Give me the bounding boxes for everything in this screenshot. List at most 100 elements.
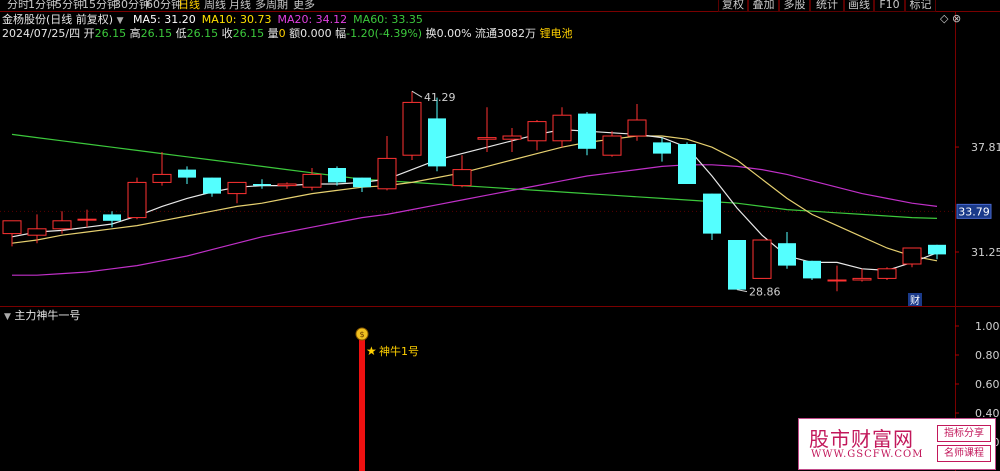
candle-body bbox=[27, 228, 47, 236]
toolbar-button[interactable]: 叠加 bbox=[748, 0, 779, 12]
candle-body bbox=[178, 169, 196, 178]
candle-body bbox=[803, 260, 821, 279]
indicator-tick-label: 0.80 bbox=[975, 349, 1000, 362]
candle-body bbox=[502, 135, 522, 140]
low-label: 低 bbox=[175, 27, 187, 40]
chevron-down-icon[interactable]: ▼ bbox=[117, 16, 124, 26]
watermark-badge: 名师课程 bbox=[937, 445, 991, 462]
low-price-label: 28.86 bbox=[749, 286, 781, 299]
toolbar-button[interactable]: 多股 bbox=[779, 0, 810, 12]
ma-legend-item: MA60: 33.35 bbox=[353, 13, 423, 26]
candle-body bbox=[302, 173, 322, 188]
close-value: 26.15 bbox=[232, 27, 265, 40]
chg-value: -1.20(-4.39%) bbox=[346, 27, 423, 40]
candle-body bbox=[353, 177, 371, 188]
candle-body bbox=[653, 142, 671, 154]
candle-body bbox=[103, 214, 121, 221]
signal-bar bbox=[359, 338, 365, 471]
chg-label: 幅 bbox=[335, 27, 347, 40]
toolbar-button[interactable]: 画线 bbox=[844, 0, 874, 12]
candle-body bbox=[328, 168, 346, 183]
candle-body bbox=[678, 144, 696, 184]
stock-name: 金杨股份(日线 前复权) bbox=[2, 13, 114, 26]
high-price-label: 41.29 bbox=[424, 91, 456, 104]
candle-body bbox=[902, 247, 922, 265]
candle-body bbox=[627, 119, 647, 137]
float-label: 流通 bbox=[475, 27, 498, 40]
toolbar-button[interactable]: 复权 bbox=[718, 0, 748, 12]
turnover-value: 换0.00% bbox=[425, 27, 472, 40]
candle-body bbox=[152, 173, 172, 183]
vol-value: 0 bbox=[278, 27, 286, 40]
indicator-name: 主力神牛一号 bbox=[14, 309, 81, 322]
candle-body bbox=[203, 177, 221, 194]
quote-date: 2024/07/25/四 bbox=[2, 27, 81, 40]
candle-body bbox=[2, 220, 22, 235]
candle-body bbox=[527, 121, 547, 142]
price-tick-label: 37.81 bbox=[971, 141, 1000, 154]
candle-body bbox=[127, 181, 147, 219]
open-value: 26.15 bbox=[94, 27, 127, 40]
candle-body bbox=[77, 218, 97, 221]
float-value: 3082万 bbox=[497, 27, 537, 40]
watermark-badge: 指标分享 bbox=[937, 425, 991, 442]
candle-body bbox=[578, 113, 596, 149]
indicator-header: ▼ 主力神牛一号 bbox=[4, 309, 80, 324]
candle-body bbox=[602, 135, 622, 156]
low-marker bbox=[736, 289, 748, 293]
candle-body bbox=[852, 277, 872, 281]
candle-body bbox=[428, 118, 446, 167]
ma5-line bbox=[11, 128, 938, 272]
toolbar-button[interactable]: 统计 bbox=[810, 0, 844, 12]
high-value: 26.15 bbox=[140, 27, 173, 40]
ma-legend-item: MA5: 31.20 bbox=[133, 13, 196, 26]
high-label: 高 bbox=[129, 27, 141, 40]
ma-legend-item: MA20: 34.12 bbox=[277, 13, 348, 26]
open-label: 开 bbox=[83, 27, 95, 40]
candle-body bbox=[778, 243, 796, 266]
candle-body bbox=[552, 114, 572, 142]
signal-label: 神牛1号 bbox=[379, 344, 419, 358]
ma-legend: MA5: 31.20 MA10: 30.73 MA20: 34.12 MA60: 33… bbox=[127, 13, 423, 26]
quote-line: 2024/07/25/四 开26.15 高26.15 低26.15 收26.15… bbox=[2, 27, 573, 40]
amount-value: 0.000 bbox=[300, 27, 332, 40]
candle-body bbox=[752, 239, 772, 279]
ma10-line bbox=[11, 135, 938, 262]
watermark-title: 股市财富网 bbox=[809, 427, 914, 451]
price-tick-label: 31.25 bbox=[971, 246, 1000, 259]
high-marker bbox=[411, 90, 423, 98]
candle-body bbox=[377, 157, 397, 190]
toolbar-button[interactable]: 标记 bbox=[905, 0, 936, 12]
indicator-tick-label: 1.00 bbox=[975, 320, 1000, 333]
candle-body bbox=[703, 193, 721, 234]
watermark-url: WWW.GSCFW.COM bbox=[811, 449, 924, 460]
candle-body bbox=[277, 183, 297, 187]
candle-body bbox=[827, 279, 847, 282]
ma-legend-item: MA10: 30.73 bbox=[201, 13, 272, 26]
candle-body bbox=[452, 169, 472, 187]
indicator-tick-label: 0.60 bbox=[975, 378, 1000, 391]
vol-label: 量 bbox=[267, 27, 279, 40]
close-label: 收 bbox=[221, 27, 233, 40]
amount-label: 额 bbox=[289, 27, 301, 40]
candle-body bbox=[928, 244, 946, 255]
candle-body bbox=[253, 184, 271, 186]
star-icon: ★ bbox=[366, 344, 377, 358]
toolbar-button[interactable]: F10 bbox=[874, 0, 905, 12]
money-bag-glyph: $ bbox=[359, 330, 364, 339]
fin-badge: 财 bbox=[910, 294, 920, 307]
low-value: 26.15 bbox=[186, 27, 219, 40]
watermark-logo: 股市财富网 WWW.GSCFW.COM 指标分享 名师课程 bbox=[798, 418, 996, 470]
candle-body bbox=[402, 101, 422, 156]
candle-body bbox=[477, 137, 497, 140]
current-price-label: 33.79 bbox=[958, 205, 990, 218]
candle-body bbox=[227, 181, 247, 195]
kline-chart: 37.81 31.25 33.79 41.29 28.86 财 1.00 0.80 0.60 0.… bbox=[0, 11, 1000, 471]
window-controls-icon[interactable]: ◇ ⊗ bbox=[940, 13, 961, 25]
stock-header: 金杨股份(日线 前复权) ▼ MA5: 31.20 MA10: 30.73 MA20… bbox=[2, 13, 423, 28]
candle-body bbox=[52, 220, 72, 230]
concept-tag[interactable]: 锂电池 bbox=[540, 27, 573, 40]
candle-body bbox=[728, 240, 746, 290]
candle-body bbox=[877, 268, 897, 279]
chevron-down-icon[interactable]: ▼ bbox=[4, 312, 11, 322]
